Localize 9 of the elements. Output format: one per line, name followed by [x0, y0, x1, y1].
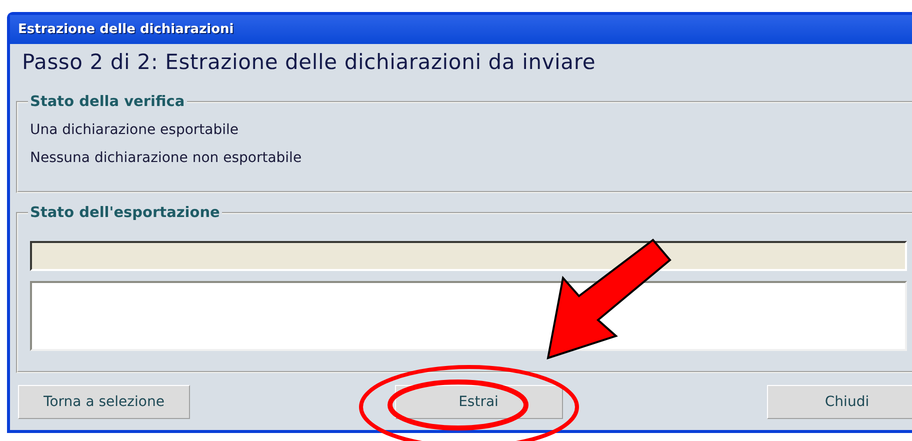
window-title: Estrazione delle dichiarazioni: [10, 15, 912, 44]
status-text: Nessuna dichiarazione non esportabile: [30, 150, 303, 166]
close-button[interactable]: Chiudi: [767, 385, 912, 419]
extract-button[interactable]: Estrai: [394, 385, 562, 419]
status-text: Una dichiarazione esportabile: [30, 122, 240, 138]
step-heading: Passo 2 di 2: Estrazione delle dichiarazioni da inviare: [21, 49, 597, 76]
back-button[interactable]: Torna a selezione: [18, 385, 190, 419]
group-title: Stato dell'esportazione: [29, 205, 221, 221]
group-title: Stato della verifica: [29, 94, 186, 110]
